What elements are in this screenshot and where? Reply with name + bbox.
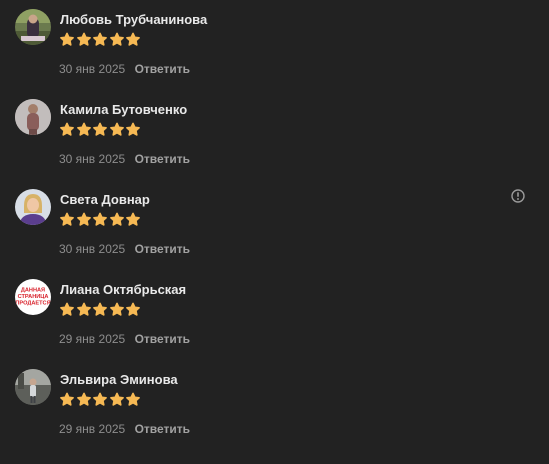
star-icon (76, 392, 92, 408)
avatar[interactable] (15, 369, 51, 405)
review-date: 30 янв 2025 (59, 62, 126, 76)
reviews-list: Любовь Трубчанинова 30 янв 2025 Ответить… (0, 0, 549, 464)
star-icon (125, 392, 141, 408)
review-meta: 30 янв 2025 Ответить (59, 62, 190, 76)
star-icon (125, 32, 141, 48)
author-name[interactable]: Камила Бутовченко (60, 102, 187, 117)
author-name[interactable]: Света Довнар (60, 192, 150, 207)
review-meta: 30 янв 2025 Ответить (59, 152, 190, 166)
review-meta: 29 янв 2025 Ответить (59, 422, 190, 436)
review-item: Эльвира Эминова 29 янв 2025 Ответить (0, 360, 549, 450)
review-item: ДАННАЯ СТРАНИЦА ПРОДАЕТСЯ Лиана Октябрьс… (0, 270, 549, 360)
star-icon (59, 122, 75, 138)
reply-button[interactable]: Ответить (135, 62, 190, 76)
star-icon (76, 32, 92, 48)
star-icon (59, 392, 75, 408)
review-item: Камила Бутовченко 30 янв 2025 Ответить (0, 90, 549, 180)
star-icon (59, 212, 75, 228)
rating-stars (59, 32, 142, 50)
rating-stars (59, 302, 142, 320)
star-icon (109, 302, 125, 318)
star-icon (76, 212, 92, 228)
avatar[interactable]: ДАННАЯ СТРАНИЦА ПРОДАЕТСЯ (15, 279, 51, 315)
star-icon (92, 32, 108, 48)
avatar-text-line: ПРОДАЕТСЯ (15, 301, 50, 307)
rating-stars (59, 122, 142, 140)
star-icon (109, 212, 125, 228)
avatar[interactable] (15, 9, 51, 45)
info-circle-icon[interactable] (511, 189, 525, 203)
star-icon (109, 392, 125, 408)
star-icon (59, 302, 75, 318)
avatar[interactable] (15, 189, 51, 225)
star-icon (125, 302, 141, 318)
avatar-text-line: СТРАНИЦА (18, 294, 49, 300)
review-item: Света Довнар 30 янв 2025 Ответить (0, 180, 549, 270)
review-meta: 29 янв 2025 Ответить (59, 332, 190, 346)
star-icon (92, 302, 108, 318)
star-icon (92, 392, 108, 408)
review-item: Любовь Трубчанинова 30 янв 2025 Ответить (0, 0, 549, 90)
star-icon (92, 212, 108, 228)
rating-stars (59, 392, 142, 410)
author-name[interactable]: Эльвира Эминова (60, 372, 178, 387)
star-icon (59, 32, 75, 48)
star-icon (92, 122, 108, 138)
rating-stars (59, 212, 142, 230)
review-meta: 30 янв 2025 Ответить (59, 242, 190, 256)
reply-button[interactable]: Ответить (135, 242, 190, 256)
star-icon (109, 32, 125, 48)
star-icon (76, 302, 92, 318)
star-icon (125, 212, 141, 228)
review-date: 30 янв 2025 (59, 152, 126, 166)
star-icon (125, 122, 141, 138)
review-date: 29 янв 2025 (59, 422, 126, 436)
avatar[interactable] (15, 99, 51, 135)
star-icon (109, 122, 125, 138)
avatar-text-line: ДАННАЯ (21, 287, 45, 293)
star-icon (76, 122, 92, 138)
review-date: 30 янв 2025 (59, 242, 126, 256)
reply-button[interactable]: Ответить (135, 332, 190, 346)
author-name[interactable]: Любовь Трубчанинова (60, 12, 207, 27)
reply-button[interactable]: Ответить (135, 152, 190, 166)
review-date: 29 янв 2025 (59, 332, 126, 346)
author-name[interactable]: Лиана Октябрьская (60, 282, 186, 297)
reply-button[interactable]: Ответить (135, 422, 190, 436)
